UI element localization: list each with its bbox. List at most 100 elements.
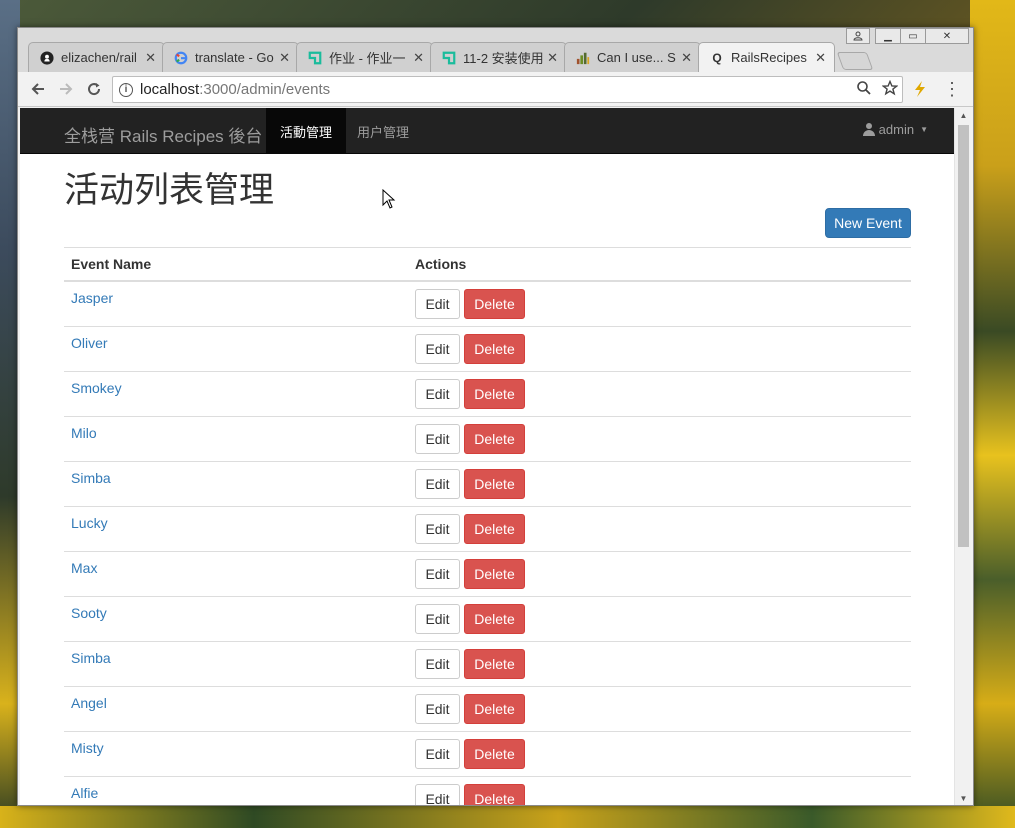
- scroll-thumb[interactable]: [958, 125, 969, 547]
- tab-title: translate - Go: [195, 50, 274, 65]
- edit-button[interactable]: Edit: [415, 783, 460, 805]
- edit-button[interactable]: Edit: [415, 513, 460, 544]
- delete-button[interactable]: Delete: [464, 783, 525, 805]
- event-name-cell: Angel: [64, 685, 408, 731]
- profile-icon[interactable]: [846, 28, 870, 44]
- edit-button[interactable]: Edit: [415, 648, 460, 679]
- user-name: admin: [878, 122, 915, 137]
- close-icon[interactable]: ✕: [413, 50, 424, 66]
- edit-button[interactable]: Edit: [415, 738, 460, 769]
- user-icon: [862, 123, 875, 136]
- actions-cell: Edit Delete: [408, 325, 911, 371]
- event-name-cell: Lucky: [64, 505, 408, 551]
- edit-button[interactable]: Edit: [415, 693, 460, 724]
- event-name-link[interactable]: Simba: [71, 649, 111, 666]
- maximize-button[interactable]: ▭: [900, 28, 926, 44]
- actions-cell: Edit Delete: [408, 685, 911, 731]
- user-dropdown[interactable]: admin ▼: [862, 122, 928, 137]
- info-icon[interactable]: i: [119, 82, 133, 97]
- minimize-button[interactable]: ▁: [875, 28, 901, 44]
- delete-button[interactable]: Delete: [464, 648, 525, 679]
- scroll-up-arrow-icon[interactable]: ▲: [955, 108, 972, 122]
- close-icon[interactable]: ✕: [681, 50, 692, 66]
- tab-caniuse[interactable]: Can I use... S ✕: [564, 42, 701, 72]
- edit-button[interactable]: Edit: [415, 423, 460, 454]
- menu-icon[interactable]: ⋮: [943, 78, 961, 100]
- zoom-icon[interactable]: [856, 80, 872, 100]
- delete-button[interactable]: Delete: [464, 738, 525, 769]
- event-name-link[interactable]: Simba: [71, 469, 111, 486]
- tab-github[interactable]: elizachen/rail ✕: [28, 42, 165, 72]
- close-icon[interactable]: ✕: [279, 50, 290, 66]
- nav-item-users[interactable]: 用户管理: [343, 108, 423, 154]
- actions-cell: Edit Delete: [408, 505, 911, 551]
- actions-cell: Edit Delete: [408, 595, 911, 641]
- tab-railsrecipes[interactable]: Q RailsRecipes ✕: [698, 42, 835, 72]
- close-icon[interactable]: ✕: [145, 50, 156, 66]
- brand-link[interactable]: 全栈营 Rails Recipes 後台: [64, 122, 262, 147]
- new-tab-button[interactable]: [836, 52, 874, 70]
- event-name-link[interactable]: Misty: [71, 739, 104, 756]
- tab-install[interactable]: 11-2 安装使用 ✕: [430, 42, 567, 72]
- event-name-link[interactable]: Oliver: [71, 334, 108, 351]
- delete-button[interactable]: Delete: [464, 558, 525, 589]
- github-icon: [39, 50, 55, 66]
- delete-button[interactable]: Delete: [464, 288, 525, 319]
- edit-button[interactable]: Edit: [415, 603, 460, 634]
- reload-icon[interactable]: [83, 78, 105, 100]
- edit-button[interactable]: Edit: [415, 333, 460, 364]
- event-name-cell: Milo: [64, 415, 408, 461]
- event-name-cell: Alfie: [64, 775, 408, 805]
- close-icon[interactable]: ✕: [547, 50, 558, 66]
- browser-window: elizachen/rail ✕ translate - Go ✕ 作业 - 作…: [17, 27, 974, 806]
- delete-button[interactable]: Delete: [464, 693, 525, 724]
- table-body: Jasper Edit Delete Oliver Edit Delete Smokey Ed…: [64, 280, 911, 805]
- table-row: Milo Edit Delete: [64, 415, 911, 461]
- star-icon[interactable]: [881, 79, 899, 100]
- delete-button[interactable]: Delete: [464, 603, 525, 634]
- actions-cell: Edit Delete: [408, 460, 911, 506]
- delete-button[interactable]: Delete: [464, 423, 525, 454]
- tab-translate[interactable]: translate - Go ✕: [162, 42, 299, 72]
- event-name-link[interactable]: Alfie: [71, 784, 98, 801]
- tab-homework[interactable]: 作业 - 作业一 ✕: [296, 42, 433, 72]
- tab-title: RailsRecipes: [731, 50, 807, 65]
- address-bar[interactable]: i localhost:3000/admin/events: [112, 76, 903, 103]
- forward-arrow-icon[interactable]: [55, 78, 77, 100]
- event-name-link[interactable]: Milo: [71, 424, 97, 441]
- extension-lightning-icon[interactable]: [911, 80, 929, 98]
- page-viewport: 全栈营 Rails Recipes 後台 活動管理 用户管理 admin ▼ 活…: [20, 108, 954, 805]
- event-name-link[interactable]: Jasper: [71, 289, 113, 306]
- scroll-down-arrow-icon[interactable]: ▼: [955, 791, 972, 805]
- delete-button[interactable]: Delete: [464, 333, 525, 364]
- back-arrow-icon[interactable]: [27, 78, 49, 100]
- vertical-scrollbar[interactable]: ▲ ▼: [954, 108, 971, 805]
- close-icon[interactable]: ✕: [815, 50, 826, 66]
- event-name-cell: Sooty: [64, 595, 408, 641]
- delete-button[interactable]: Delete: [464, 378, 525, 409]
- edit-button[interactable]: Edit: [415, 378, 460, 409]
- edit-button[interactable]: Edit: [415, 558, 460, 589]
- table-row: Max Edit Delete: [64, 550, 911, 596]
- top-navbar: 全栈营 Rails Recipes 後台 活動管理 用户管理 admin ▼: [20, 108, 954, 154]
- event-name-cell: Smokey: [64, 370, 408, 416]
- nav-item-events[interactable]: 活動管理: [266, 108, 347, 154]
- event-name-cell: Oliver: [64, 325, 408, 371]
- event-name-link[interactable]: Smokey: [71, 379, 122, 396]
- new-event-button[interactable]: New Event: [825, 208, 911, 238]
- event-name-link[interactable]: Max: [71, 559, 97, 576]
- edit-button[interactable]: Edit: [415, 468, 460, 499]
- event-name-link[interactable]: Sooty: [71, 604, 107, 621]
- delete-button[interactable]: Delete: [464, 468, 525, 499]
- events-table: Event Name Actions Jasper Edit Delete Olive…: [64, 247, 911, 805]
- edit-button[interactable]: Edit: [415, 288, 460, 319]
- event-name-link[interactable]: Angel: [71, 694, 107, 711]
- rails-q-icon: Q: [712, 50, 722, 65]
- event-name-cell: Simba: [64, 460, 408, 506]
- tab-title: elizachen/rail: [61, 50, 137, 65]
- url-host: localhost: [140, 81, 200, 98]
- delete-button[interactable]: Delete: [464, 513, 525, 544]
- actions-cell: Edit Delete: [408, 280, 911, 326]
- close-window-button[interactable]: ✕: [925, 28, 969, 44]
- event-name-link[interactable]: Lucky: [71, 514, 108, 531]
